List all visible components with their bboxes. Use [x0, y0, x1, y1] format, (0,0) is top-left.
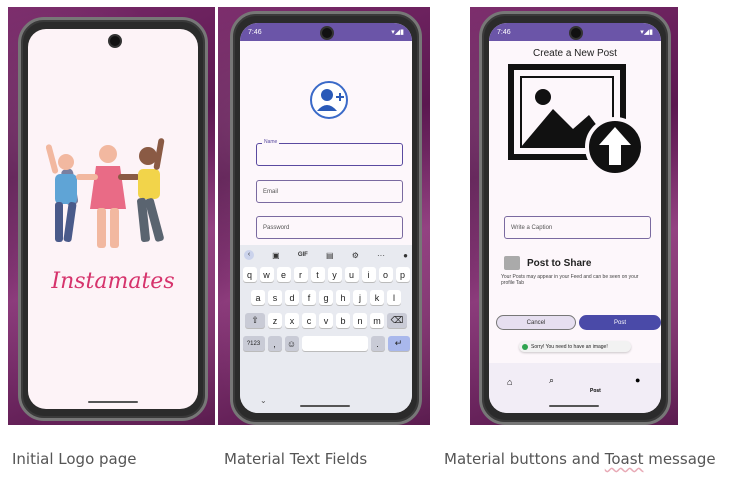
key[interactable]: d [285, 290, 299, 305]
cancel-button[interactable]: Cancel [496, 315, 576, 330]
comma-key[interactable]: , [267, 336, 282, 351]
page-title: Create a New Post [533, 48, 617, 59]
key[interactable]: t [310, 267, 325, 282]
home-indicator [300, 405, 350, 407]
key[interactable]: g [319, 290, 333, 305]
clipboard-icon[interactable]: ▤ [326, 251, 334, 260]
key-row-4: ?123 , ☺ . ↵ [240, 336, 412, 351]
upload-image-icon[interactable] [507, 63, 647, 183]
home-icon[interactable]: ⌂ [507, 377, 512, 387]
key[interactable]: c [302, 313, 316, 328]
camera-icon [569, 26, 583, 40]
email-placeholder: Email [263, 188, 279, 195]
toast-message: Sorry! You need to have an image! [519, 341, 631, 352]
caption-placeholder: Write a Caption [511, 224, 553, 231]
status-time: 7:46 [497, 28, 511, 36]
caption-logo-page: Initial Logo page [12, 450, 137, 468]
key[interactable]: z [268, 313, 282, 328]
caption-toast-word: Toast [604, 450, 644, 468]
add-user-avatar-icon[interactable] [310, 81, 348, 119]
camera-icon [108, 34, 122, 48]
key[interactable]: h [336, 290, 350, 305]
caption-text-fields: Material Text Fields [224, 450, 368, 468]
image-placeholder-icon [504, 256, 520, 270]
caption-input[interactable]: Write a Caption [504, 216, 651, 239]
key[interactable]: a [251, 290, 265, 305]
caption-buttons-toast: Material buttons and Toast message [444, 450, 716, 468]
key[interactable]: i [361, 267, 376, 282]
post-button[interactable]: Post [579, 315, 661, 330]
phone-screen: 7:46 ▾◢▮ Name Email Password ‹ ▣ GIF ▤ ⚙… [240, 23, 412, 413]
password-field[interactable]: Password [256, 216, 403, 239]
home-indicator [88, 401, 138, 403]
key[interactable]: s [268, 290, 282, 305]
gif-button[interactable]: GIF [298, 252, 308, 258]
key[interactable]: o [378, 267, 393, 282]
battery-icon: ▾◢▮ [391, 29, 404, 36]
password-placeholder: Password [263, 224, 290, 231]
battery-icon: ▾◢▮ [640, 29, 653, 36]
back-icon[interactable]: ‹ [244, 250, 254, 260]
phone-screen: Instamates [28, 29, 198, 409]
screenshot-create-post: 7:46 ▾◢▮ Create a New Post Write a Capti… [470, 7, 678, 425]
camera-icon [320, 26, 334, 40]
enter-key-icon[interactable]: ↵ [387, 336, 410, 351]
key[interactable]: m [370, 313, 384, 328]
key[interactable]: l [387, 290, 401, 305]
name-field[interactable]: Name [256, 139, 403, 166]
key[interactable]: k [370, 290, 384, 305]
phone-screen: 7:46 ▾◢▮ Create a New Post Write a Capti… [489, 23, 661, 413]
period-key[interactable]: . [370, 336, 385, 351]
key[interactable]: f [302, 290, 316, 305]
share-title: Post to Share [527, 258, 592, 269]
status-time: 7:46 [248, 28, 262, 36]
shift-key-icon[interactable]: ⇧ [245, 313, 265, 328]
nav-post-label[interactable]: Post [590, 388, 601, 394]
key[interactable]: e [276, 267, 291, 282]
key[interactable]: x [285, 313, 299, 328]
profile-icon[interactable]: ● [635, 375, 640, 385]
share-description: Your Posts may appear in your Feed and c… [501, 274, 639, 286]
key[interactable]: b [336, 313, 350, 328]
key[interactable]: j [353, 290, 367, 305]
caption-prefix: Material buttons and [444, 450, 605, 468]
settings-icon[interactable]: ⚙ [352, 251, 359, 260]
key[interactable]: n [353, 313, 367, 328]
search-icon[interactable]: ⌕ [549, 375, 554, 386]
emoji-key-icon[interactable]: ☺ [284, 336, 299, 351]
key-row-1: q w e r t y u i o p [240, 267, 412, 282]
space-key[interactable] [301, 336, 368, 351]
caption-suffix: message [643, 450, 716, 468]
key[interactable]: q [242, 267, 257, 282]
screenshot-logo-page: Instamates [8, 7, 215, 425]
toast-text: Sorry! You need to have an image! [531, 343, 608, 350]
home-indicator [549, 405, 599, 407]
key[interactable]: p [395, 267, 410, 282]
toast-app-icon [522, 343, 528, 350]
microphone-icon[interactable]: ● [403, 251, 408, 260]
email-field[interactable]: Email [256, 180, 403, 203]
name-field-label: Name [262, 139, 280, 145]
backspace-key-icon[interactable]: ⌫ [387, 313, 407, 328]
soft-keyboard: ‹ ▣ GIF ▤ ⚙ ··· ● q w e r t y u i o p a … [240, 245, 412, 413]
numbers-key[interactable]: ?123 [242, 336, 265, 351]
keyboard-toolbar: ‹ ▣ GIF ▤ ⚙ ··· ● [244, 249, 408, 261]
phone-frame: Instamates [18, 17, 208, 421]
sticker-icon[interactable]: ▣ [272, 251, 280, 260]
key[interactable]: v [319, 313, 333, 328]
key-row-2: a s d f g h j k l [240, 290, 412, 305]
more-icon[interactable]: ··· [377, 251, 385, 260]
screenshot-text-fields: 7:46 ▾◢▮ Name Email Password ‹ ▣ GIF ▤ ⚙… [218, 7, 430, 425]
friends-illustration-icon [46, 138, 165, 248]
app-logo-title: Instamates [51, 269, 175, 294]
key[interactable]: w [259, 267, 274, 282]
key[interactable]: r [293, 267, 308, 282]
key[interactable]: u [344, 267, 359, 282]
key-row-3: ⇧ z x c v b n m ⌫ [240, 313, 412, 328]
bottom-navigation: ⌂ ⌕ Post ● [489, 363, 661, 413]
phone-frame: 7:46 ▾◢▮ Name Email Password ‹ ▣ GIF ▤ ⚙… [230, 11, 422, 425]
key[interactable]: y [327, 267, 342, 282]
nav-chevron-down-icon[interactable]: ⌄ [260, 396, 267, 405]
phone-frame: 7:46 ▾◢▮ Create a New Post Write a Capti… [479, 11, 671, 425]
